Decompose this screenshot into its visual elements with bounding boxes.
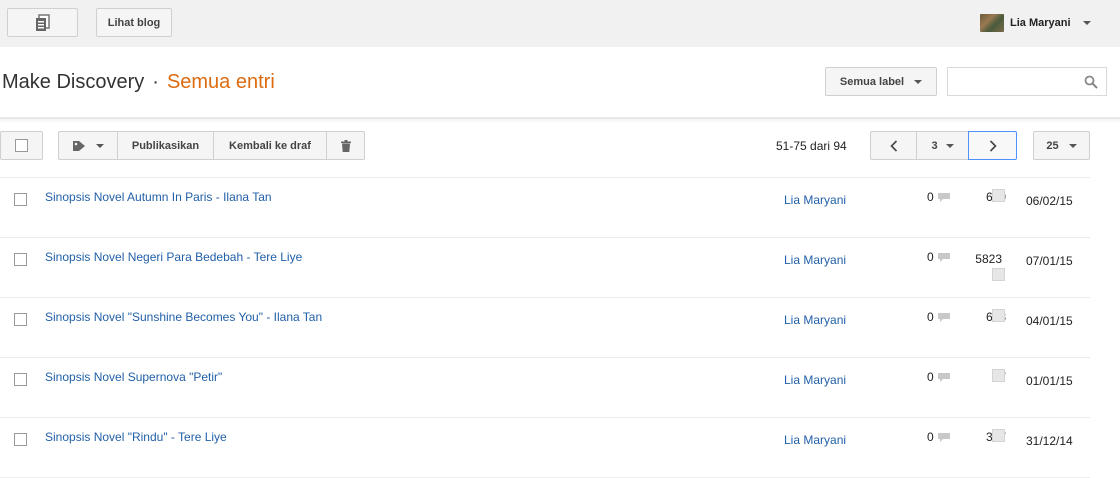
post-title-link[interactable]: Sinopsis Novel Autumn In Paris - Ilana T… <box>45 190 272 204</box>
account-menu[interactable]: Lia Maryani <box>980 13 1091 33</box>
view-count: 5823 <box>975 252 1002 266</box>
current-page: 3 <box>931 139 938 152</box>
post-title-link[interactable]: Sinopsis Novel Negeri Para Bedebah - Ter… <box>45 250 302 264</box>
view-blog-label: Lihat blog <box>107 16 161 29</box>
page-header: Make Discovery · Semua entri Semua label <box>0 47 1120 119</box>
previous-page-button[interactable] <box>870 131 917 160</box>
posts-table: Sinopsis Novel Autumn In Paris - Ilana T… <box>0 177 1090 478</box>
table-row: Sinopsis Novel Supernova "Petir" Lia Mar… <box>0 357 1090 417</box>
post-date: 04/01/15 <box>1026 314 1073 328</box>
comment-count-value: 0 <box>927 310 934 324</box>
search-input[interactable] <box>947 67 1107 96</box>
table-row: Sinopsis Novel Autumn In Paris - Ilana T… <box>0 177 1090 237</box>
row-checkbox[interactable] <box>14 193 27 206</box>
post-title-link[interactable]: Sinopsis Novel "Rindu" - Tere Liye <box>45 430 227 444</box>
table-row: Sinopsis Novel Negeri Para Bedebah - Ter… <box>0 237 1090 297</box>
select-all-box[interactable] <box>15 139 28 152</box>
table-row: Sinopsis Novel "Sunshine Becomes You" - … <box>0 297 1090 357</box>
post-date: 07/01/15 <box>1026 254 1073 268</box>
stats-icon[interactable] <box>992 369 1005 382</box>
revert-label: Kembali ke draf <box>229 139 311 152</box>
section-title: Semua entri <box>166 71 275 93</box>
page-title: Make Discovery · Semua entri <box>2 71 275 94</box>
tag-icon <box>73 140 85 151</box>
post-author-link[interactable]: Lia Maryani <box>784 373 846 387</box>
chevron-down-icon <box>945 143 954 148</box>
post-title-link[interactable]: Sinopsis Novel Supernova "Petir" <box>45 370 222 384</box>
chevron-left-icon <box>889 139 897 152</box>
row-checkbox[interactable] <box>14 373 27 386</box>
post-date: 31/12/14 <box>1026 434 1073 448</box>
comment-count-value: 0 <box>927 430 934 444</box>
labels-filter-button[interactable]: Semua label <box>825 67 937 96</box>
stats-icon[interactable] <box>992 429 1005 442</box>
revert-to-draft-button[interactable]: Kembali ke draf <box>213 131 327 160</box>
user-name: Lia Maryani <box>1010 17 1071 29</box>
comment-count-value: 0 <box>927 250 934 264</box>
post-date: 01/01/15 <box>1026 374 1073 388</box>
blog-title: Make Discovery <box>2 71 145 93</box>
chevron-down-icon <box>1082 21 1091 25</box>
chevron-right-icon <box>989 139 997 152</box>
top-bar: Lihat blog Lia Maryani <box>0 0 1120 47</box>
publish-label: Publikasikan <box>131 139 200 152</box>
post-title-link[interactable]: Sinopsis Novel "Sunshine Becomes You" - … <box>45 310 322 324</box>
stats-icon[interactable] <box>992 268 1005 281</box>
post-date: 06/02/15 <box>1026 194 1073 208</box>
stats-icon[interactable] <box>992 189 1005 202</box>
label-menu-button[interactable] <box>58 131 118 160</box>
chevron-down-icon <box>1068 143 1077 148</box>
search-icon[interactable] <box>1084 75 1098 89</box>
next-page-button[interactable] <box>968 131 1017 160</box>
row-checkbox[interactable] <box>14 313 27 326</box>
avatar <box>980 14 1004 32</box>
post-author-link[interactable]: Lia Maryani <box>784 433 846 447</box>
row-checkbox[interactable] <box>14 433 27 446</box>
stats-icon[interactable] <box>992 309 1005 322</box>
page-select[interactable]: 3 <box>916 131 969 160</box>
posts-icon <box>35 13 50 31</box>
publish-button[interactable]: Publikasikan <box>117 131 214 160</box>
chevron-down-icon <box>914 79 923 84</box>
comment-count-value: 0 <box>927 190 934 204</box>
posts-menu-button[interactable] <box>7 8 78 37</box>
chevron-down-icon <box>96 143 104 148</box>
delete-button[interactable] <box>326 131 365 160</box>
select-all-checkbox[interactable] <box>0 131 43 160</box>
per-page-value: 25 <box>1046 139 1059 152</box>
post-author-link[interactable]: Lia Maryani <box>784 193 846 207</box>
post-author-link[interactable]: Lia Maryani <box>784 253 846 267</box>
pagination-range: 51-75 dari 94 <box>776 139 847 153</box>
view-blog-button[interactable]: Lihat blog <box>96 8 172 37</box>
title-separator: · <box>152 71 159 93</box>
per-page-select[interactable]: 25 <box>1033 131 1090 160</box>
comment-count-value: 0 <box>927 370 934 384</box>
table-row: Sinopsis Novel "Rindu" - Tere Liye Lia M… <box>0 417 1090 478</box>
post-author-link[interactable]: Lia Maryani <box>784 313 846 327</box>
row-checkbox[interactable] <box>14 253 27 266</box>
trash-icon <box>340 139 351 152</box>
labels-filter-label: Semua label <box>839 75 905 88</box>
